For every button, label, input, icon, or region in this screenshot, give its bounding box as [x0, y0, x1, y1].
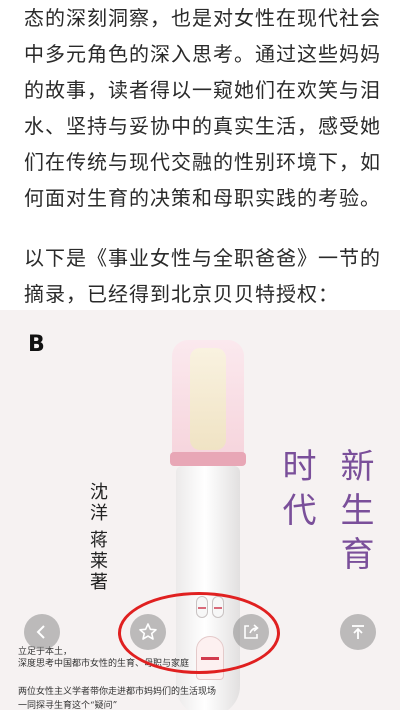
back-button[interactable] — [24, 614, 60, 650]
chevron-left-icon — [36, 625, 45, 639]
text-line: 以下是《事业女性与全职爸爸》一节的 — [24, 246, 381, 270]
article-body: 态的深刻洞察，也是对女性在现代社会 中多元角色的深入思考。通过这些妈妈 的故事，… — [0, 0, 400, 310]
cover-blurb: 两位女性主义学者带你走进都市妈妈们的生活现场 — [18, 687, 217, 697]
highlight-circle-annotation — [118, 592, 280, 674]
text-line: 何面对生育的决策和母职实践的考验。 — [24, 186, 381, 210]
text-line: 水、坚持与妥协中的真实生活，感受她 — [24, 114, 381, 138]
author-name: 蒋莱 — [87, 530, 108, 572]
text-line: 的故事，读者得以一窥她们在欢笑与泪 — [24, 78, 381, 102]
publisher-logo: B — [28, 332, 45, 357]
test-cap — [172, 340, 244, 460]
author-name: 沈洋 — [87, 482, 108, 524]
text-line: 态的深刻洞察，也是对女性在现代社会 — [24, 6, 381, 30]
article-paragraph: 态的深刻洞察，也是对女性在现代社会 中多元角色的深入思考。通过这些妈妈 的故事，… — [24, 0, 380, 216]
author-suffix: 著 — [87, 572, 108, 590]
back-to-top-button[interactable] — [340, 614, 376, 650]
article-paragraph: 以下是《事业女性与全职爸爸》一节的 摘录，已经得到北京贝贝特授权： — [24, 240, 380, 312]
book-title: 时代 — [276, 448, 316, 536]
cover-blurb: 一同探寻生育这个“疑问” — [18, 701, 118, 710]
text-line: 们在传统与现代交融的性别环境下，如 — [24, 150, 381, 174]
text-line: 摘录，已经得到北京贝贝特授权： — [24, 282, 339, 306]
text-line: 中多元角色的深入思考。通过这些妈妈 — [24, 42, 381, 66]
book-title: 新生育 — [334, 448, 374, 580]
arrow-up-to-top-icon — [352, 625, 364, 639]
